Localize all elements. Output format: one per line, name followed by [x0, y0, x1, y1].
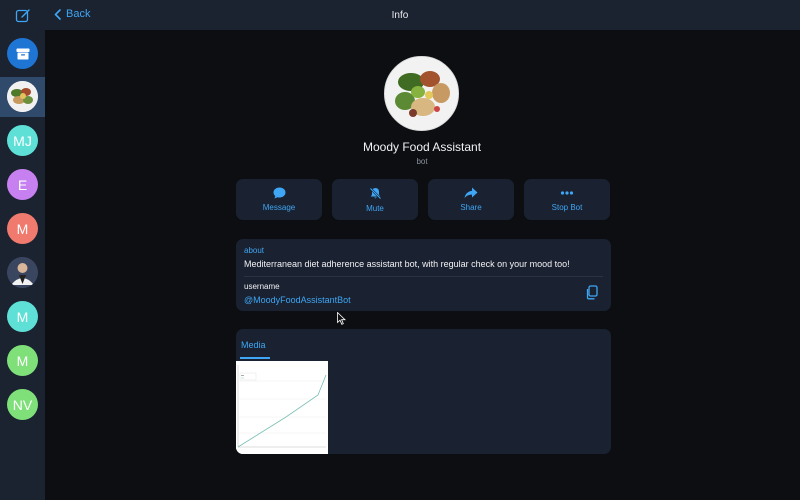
tab-underline — [240, 357, 270, 359]
avatar-initials: E — [17, 176, 28, 193]
profile-photo[interactable] — [384, 56, 459, 131]
person-photo-icon — [7, 257, 38, 288]
avatar-initials: M — [16, 308, 29, 325]
chart-thumbnail-image — [236, 361, 328, 454]
sidebar-item-moody-food-assistant[interactable] — [7, 81, 38, 112]
action-bar: Message Mute Share Stop Bot — [236, 179, 610, 220]
sidebar-item-e[interactable]: E — [7, 169, 38, 200]
divider — [244, 276, 603, 277]
tab-media[interactable]: Media — [241, 340, 266, 350]
message-label: Message — [262, 203, 296, 212]
about-text: Mediterranean diet adherence assistant b… — [244, 259, 570, 269]
share-button[interactable]: Share — [428, 179, 514, 220]
profile-name: Moody Food Assistant — [362, 140, 482, 154]
mute-label: Mute — [366, 203, 384, 213]
mute-button[interactable]: Mute — [332, 179, 418, 220]
share-icon — [464, 187, 478, 199]
message-button[interactable]: Message — [236, 179, 322, 220]
sidebar-item-person[interactable] — [7, 257, 38, 288]
username-label: username — [244, 282, 280, 291]
username-link[interactable]: @MoodyFoodAssistantBot — [244, 295, 351, 305]
sidebar-item-nv[interactable]: NV — [7, 389, 38, 420]
more-icon — [560, 191, 574, 195]
about-label: about — [244, 246, 265, 255]
media-card: Media — [236, 329, 611, 454]
top-bar: Back Info — [0, 0, 800, 30]
food-photo-icon — [385, 57, 458, 130]
share-label: Share — [460, 203, 482, 212]
chat-sidebar: MJ E M M M NV — [0, 30, 45, 500]
sidebar-item-archive[interactable] — [7, 38, 38, 69]
stop-bot-label: Stop Bot — [551, 203, 583, 212]
sidebar-item-m3[interactable]: M — [7, 345, 38, 376]
profile-subtitle: bot — [416, 157, 428, 166]
avatar-initials: M — [16, 220, 29, 237]
sidebar-item-m[interactable]: M — [7, 213, 38, 244]
info-card: about Mediterranean diet adherence assis… — [236, 239, 611, 311]
avatar-initials: NV — [12, 396, 33, 413]
mouse-cursor-icon — [337, 312, 346, 325]
archive-icon — [16, 48, 29, 59]
message-icon — [273, 187, 285, 199]
page-title: Info — [391, 10, 409, 21]
media-thumbnail[interactable] — [236, 361, 328, 454]
avatar-initials: M — [16, 352, 29, 369]
stop-bot-button[interactable]: Stop Bot — [524, 179, 610, 220]
food-photo-icon — [7, 81, 38, 112]
copy-icon[interactable] — [585, 285, 599, 300]
sidebar-item-m2[interactable]: M — [7, 301, 38, 332]
mute-icon — [369, 187, 381, 199]
